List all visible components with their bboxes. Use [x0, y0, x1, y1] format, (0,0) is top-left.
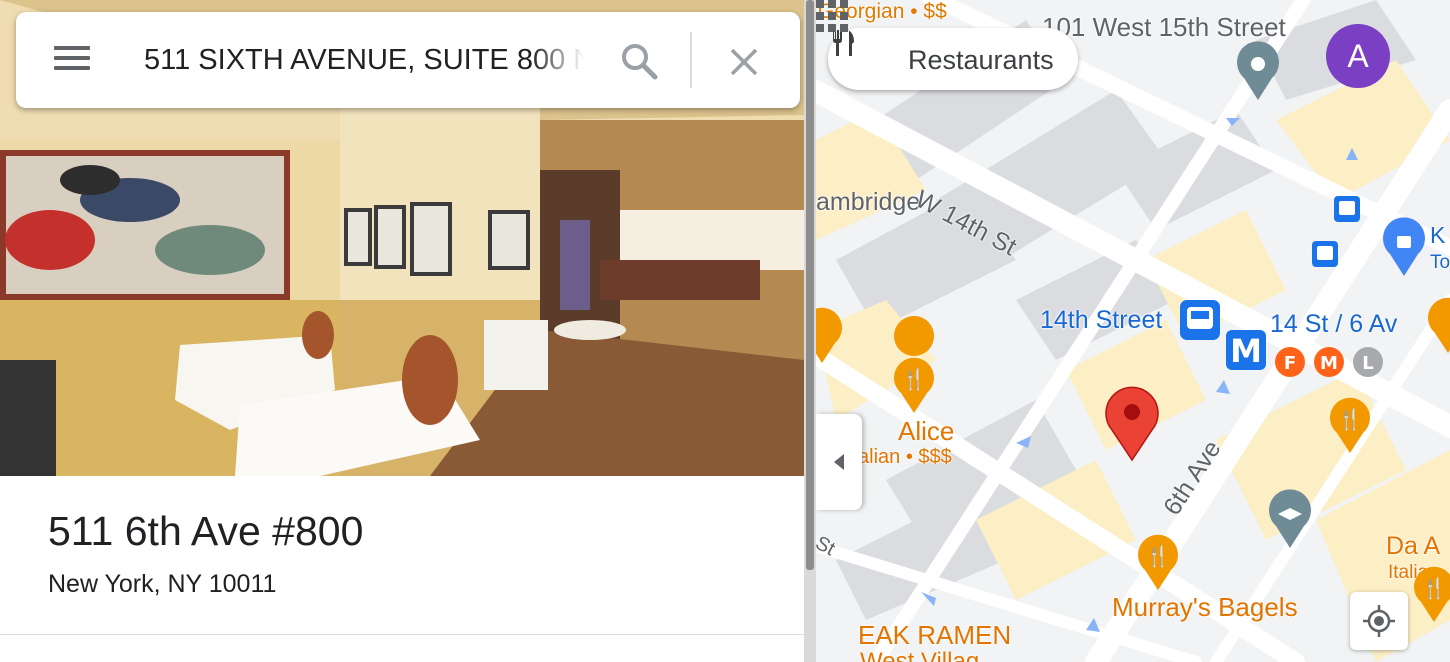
- crosshair-icon: [1363, 605, 1395, 637]
- landmark-pin-icon[interactable]: [1237, 41, 1279, 100]
- close-icon[interactable]: [724, 42, 764, 82]
- panel-scrollbar[interactable]: [804, 0, 816, 662]
- svg-text:🍴: 🍴: [1338, 407, 1363, 431]
- section-divider: [0, 634, 804, 635]
- subway-line-m: M: [1320, 353, 1338, 374]
- bus-stop-icon[interactable]: [1334, 196, 1360, 222]
- search-separator: [690, 32, 692, 88]
- restaurant-marker-icon[interactable]: 🍴: [1414, 566, 1450, 622]
- my-location-button[interactable]: [1350, 592, 1408, 650]
- restaurant-marker-icon[interactable]: [816, 307, 842, 363]
- search-box: 511 SIXTH AVENUE, SUITE 800 NEW YORK: [16, 12, 800, 108]
- restaurant-marker-icon[interactable]: [1428, 297, 1450, 353]
- search-icon[interactable]: [618, 40, 660, 82]
- restaurant-marker-icon[interactable]: 🍴: [894, 316, 935, 413]
- restaurants-chip[interactable]: Restaurants: [828, 28, 1078, 90]
- subway-m-icon[interactable]: M: [1226, 330, 1266, 370]
- place-address: New York, NY 10011: [48, 570, 277, 598]
- svg-text:M: M: [1230, 332, 1262, 370]
- restaurant-marker-icon[interactable]: 🍴: [1138, 534, 1178, 590]
- shopping-pin-icon[interactable]: [1383, 217, 1425, 276]
- account-avatar[interactable]: A: [1326, 24, 1390, 88]
- transit-station-icon[interactable]: [1180, 300, 1220, 340]
- place-title: 511 6th Ave #800: [48, 508, 364, 554]
- bus-stop-icon[interactable]: [1312, 241, 1338, 267]
- svg-text:🍴: 🍴: [1146, 544, 1171, 568]
- school-pin-icon[interactable]: [1269, 489, 1311, 548]
- menu-icon[interactable]: [54, 44, 90, 72]
- map-canvas[interactable]: Georgian • $$ 101 West 15th Street ambri…: [816, 0, 1450, 662]
- map-markers: 🍴 🍴 🍴 🍴 M F M L: [816, 41, 1450, 622]
- svg-text:🍴: 🍴: [1422, 576, 1447, 600]
- scrollbar-thumb[interactable]: [806, 0, 814, 570]
- svg-text:🍴: 🍴: [902, 367, 927, 391]
- restaurant-marker-icon[interactable]: 🍴: [1330, 397, 1370, 453]
- chevron-left-icon: [834, 454, 844, 470]
- apps-grid-icon[interactable]: [816, 0, 848, 32]
- collapse-panel-button[interactable]: [816, 414, 862, 510]
- subway-line-badges: F M L: [1275, 347, 1383, 377]
- search-input[interactable]: 511 SIXTH AVENUE, SUITE 800 NEW YORK: [144, 40, 584, 80]
- fork-knife-icon: [833, 30, 854, 56]
- restaurants-chip-label: Restaurants: [908, 45, 1054, 75]
- subway-line-l: L: [1362, 353, 1373, 374]
- subway-line-f: F: [1284, 353, 1296, 374]
- location-pin-icon[interactable]: [1105, 386, 1159, 462]
